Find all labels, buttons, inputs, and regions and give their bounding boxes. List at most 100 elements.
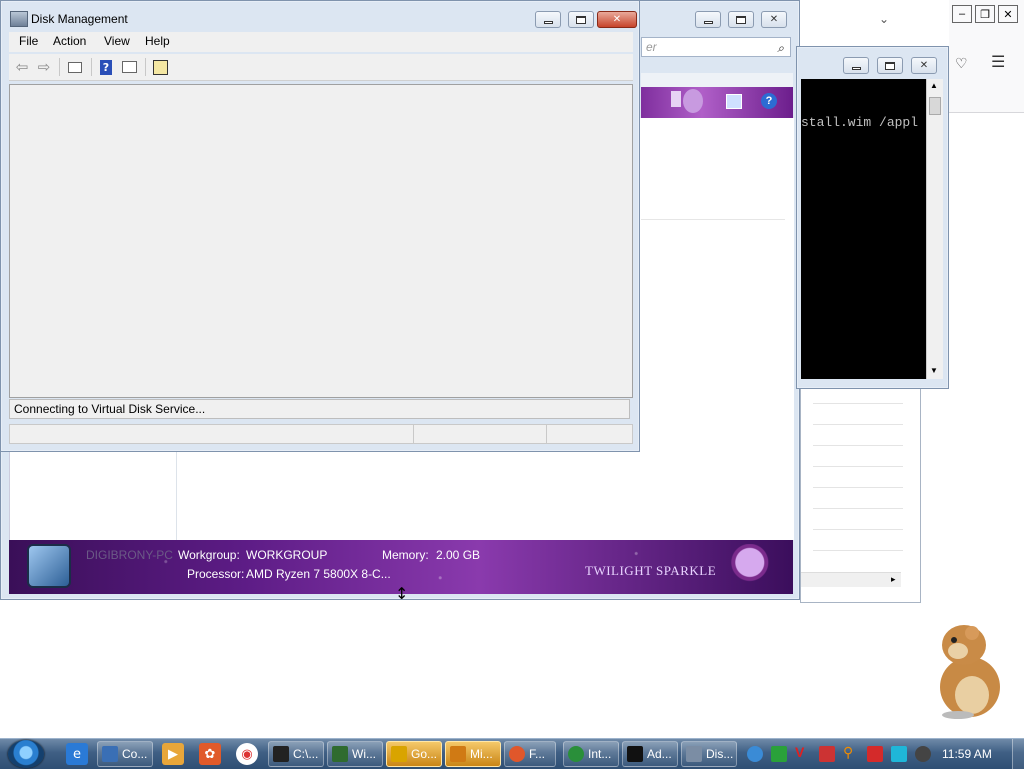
toolbar: ⇦ ⇨ ? (9, 54, 633, 81)
flag-icon[interactable] (867, 746, 883, 762)
search-tray-icon[interactable]: ⚲ (843, 744, 859, 760)
close-button[interactable]: ✕ (597, 11, 637, 28)
help-icon[interactable]: ? (96, 57, 116, 77)
processor-value: AMD Ryzen 7 5800X 8-C... (246, 567, 391, 581)
app-launcher-icon[interactable]: ✿ (199, 743, 221, 765)
back-arrow-icon[interactable]: ⇦ (12, 57, 32, 77)
twilight-sparkle-image (729, 544, 781, 590)
minimize-button[interactable] (843, 57, 869, 74)
taskbar: e Co... ▶ ✿ ◉ C:\... Wi... Go... Mi... F… (0, 738, 1024, 769)
console-output[interactable]: stall.wim /appl (801, 79, 926, 379)
browser-restore-button[interactable]: ❐ (975, 5, 995, 23)
maximize-button[interactable] (728, 11, 754, 28)
toolbar-separator (59, 58, 60, 76)
start-button[interactable] (8, 740, 44, 768)
browser-window-edge: – ❐ ✕ ♡ ☰ ⌄ (879, 0, 1024, 113)
menu-action[interactable]: Action (53, 34, 86, 48)
background-list-window: ▸ (800, 380, 921, 603)
display-tray-icon[interactable] (891, 746, 907, 762)
internet-explorer-icon[interactable]: e (66, 743, 88, 765)
list-row-line (813, 403, 903, 404)
cmd-icon (627, 746, 643, 762)
search-input[interactable]: er ⌕ (641, 37, 791, 57)
taskbar-item-int[interactable]: Int... (563, 741, 619, 767)
banner-logo: TWILIGHT SPARKLE (585, 563, 717, 578)
menu-help[interactable]: Help (145, 34, 170, 48)
help-icon[interactable]: ? (761, 93, 777, 109)
status-bar-segment (413, 425, 414, 443)
horizontal-scrollbar[interactable]: ▸ (801, 572, 901, 587)
globe-icon (568, 746, 584, 762)
disk-management-icon (10, 11, 28, 27)
action-pane-icon[interactable] (119, 57, 139, 77)
taskbar-item-7zip[interactable]: C:\... (268, 741, 324, 767)
media-player-icon[interactable]: ▶ (162, 743, 184, 765)
taskbar-item-co[interactable]: Co... (97, 741, 153, 767)
list-row-line (813, 424, 903, 425)
browser-minimize-button[interactable]: – (952, 5, 972, 23)
search-icon: ⌕ (777, 41, 784, 55)
minimize-button[interactable] (695, 11, 721, 28)
list-row-line (813, 508, 903, 509)
disk-management-window: Disk Management ✕ File Action View Help … (0, 0, 640, 452)
volume-icon[interactable] (915, 746, 931, 762)
forward-arrow-icon[interactable]: ⇨ (34, 57, 54, 77)
taskbar-item-mi[interactable]: Mi... (445, 741, 501, 767)
menu-file[interactable]: File (19, 34, 38, 48)
show-desktop-button[interactable] (1012, 739, 1024, 769)
list-row-line (813, 487, 903, 488)
status-bar-segment (546, 425, 547, 443)
processor-label: Processor: (187, 567, 245, 581)
status-message: Connecting to Virtual Disk Service... (9, 399, 630, 419)
status-bar (9, 424, 633, 444)
pony-icon (683, 89, 703, 113)
pocket-icon[interactable]: ♡ (955, 55, 968, 72)
taskbar-item-firefox[interactable]: F... (504, 741, 556, 767)
close-button[interactable]: ✕ (911, 57, 937, 74)
scroll-right-icon[interactable]: ▸ (891, 574, 896, 585)
memory-label: Memory: (382, 548, 429, 562)
theme-toolbar: ? (641, 87, 793, 118)
maximize-button[interactable] (568, 11, 594, 28)
organize-icon[interactable] (671, 91, 681, 107)
close-button[interactable]: ✕ (761, 11, 787, 28)
list-row-line (813, 529, 903, 530)
preview-pane-icon[interactable] (726, 94, 742, 109)
list-row-line (813, 445, 903, 446)
hamster-desktop-pet[interactable] (928, 615, 1008, 719)
divider (641, 219, 785, 220)
taskbar-item-ad[interactable]: Ad... (622, 741, 678, 767)
taskbar-item-go[interactable]: Go... (386, 741, 442, 767)
memory-value: 2.00 GB (436, 548, 481, 562)
properties-icon[interactable] (150, 57, 170, 77)
chevron-down-icon[interactable]: ⌄ (879, 12, 889, 26)
scroll-up-icon[interactable]: ▲ (930, 81, 938, 90)
menu-icon[interactable]: ☰ (991, 52, 1005, 72)
green-tray-icon[interactable] (771, 746, 787, 762)
explorer-header-strip (641, 73, 793, 87)
chrome-icon[interactable]: ◉ (236, 743, 258, 765)
list-row-line (813, 550, 903, 551)
disk-list-pane[interactable] (9, 84, 633, 398)
disk-management-icon (686, 746, 702, 762)
toolbar-separator (91, 58, 92, 76)
toolbar-separator (145, 58, 146, 76)
minimize-button[interactable] (535, 11, 561, 28)
vertical-scrollbar[interactable]: ▲ ▼ (926, 79, 943, 379)
taskbar-item-wi[interactable]: Wi... (327, 741, 383, 767)
antivirus-icon[interactable]: V (795, 744, 811, 760)
menu-bar: File Action View Help (9, 32, 633, 52)
clock[interactable]: 11:59 AM (942, 747, 992, 761)
red-tray-icon[interactable] (819, 746, 835, 762)
scroll-thumb[interactable] (929, 97, 941, 115)
scroll-down-icon[interactable]: ▼ (930, 366, 938, 375)
computer-name: DIGIBRONY-PC (86, 548, 173, 562)
menu-view[interactable]: View (104, 34, 130, 48)
browser-close-button[interactable]: ✕ (998, 5, 1018, 23)
app-icon (391, 746, 407, 762)
taskbar-item-dis[interactable]: Dis... (681, 741, 737, 767)
window-title: Disk Management (31, 12, 128, 26)
maximize-button[interactable] (877, 57, 903, 74)
show-hide-tree-icon[interactable] (65, 57, 85, 77)
network-globe-icon[interactable] (747, 746, 763, 762)
